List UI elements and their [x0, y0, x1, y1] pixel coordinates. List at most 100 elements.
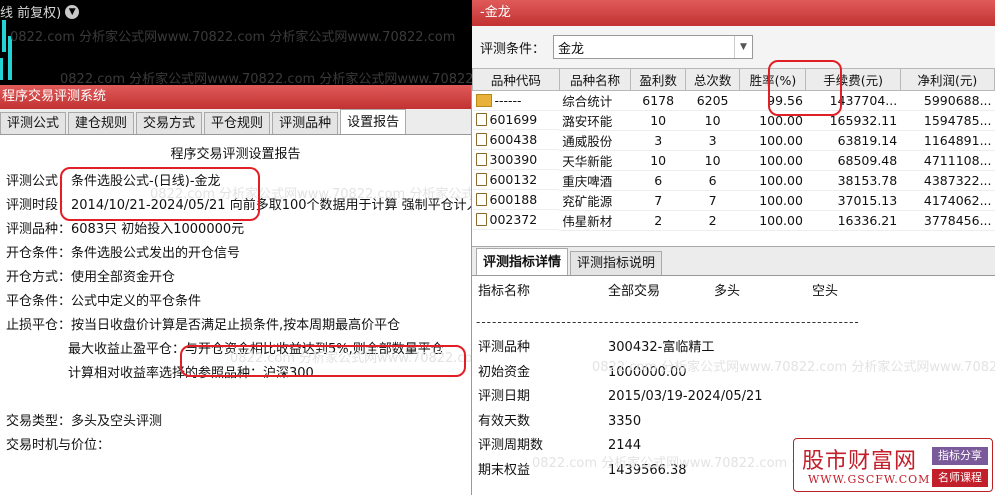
detail-key: 评测日期 — [478, 389, 531, 404]
report-line-value: 公式中定义的平仓条件 — [71, 294, 202, 309]
detail-tab-0[interactable]: 评测指标详情 — [476, 248, 569, 275]
cell-name: 天华新能 — [559, 150, 631, 171]
detail-value: 3350 — [608, 413, 642, 429]
condition-select[interactable]: 金龙 ▼ — [553, 35, 754, 59]
chevron-down-icon[interactable]: ▼ — [65, 4, 80, 19]
cell-profit: 4711108... — [900, 150, 995, 171]
highlight-circle-profit-target — [180, 345, 466, 377]
detail-col-short: 空头 — [812, 284, 839, 299]
report-line-key: 交易时机与价位： — [6, 438, 111, 453]
cell-code: 002372 — [472, 211, 560, 230]
detail-value: 1000000.00 — [608, 364, 687, 380]
report-line-key: 开仓条件： — [6, 246, 72, 261]
report-line-value: 按当日收盘价计算是否满足止损条件,按本周期最高价平仓 — [71, 318, 401, 333]
tab-4[interactable]: 评测品种 — [272, 112, 339, 134]
cell-profit: 1164891... — [900, 130, 995, 151]
cell-total: 10 — [685, 110, 740, 131]
condition-row: 评测条件： 金龙 ▼ — [472, 26, 995, 68]
table-row[interactable]: 300390 天华新能 10 10 100.00 68509.48 4711108... — [472, 150, 995, 171]
kline-chart-area[interactable]: 线 前复权) ▼ 0822.com 分析家公式网www.70822.com 分析… — [0, 0, 472, 85]
result-grid[interactable]: 品种代码 品种名称 盈利数 总次数 胜率(%) 手续费(元) 净利润(元) ------ 综合… — [472, 68, 995, 246]
tab-3[interactable]: 平仓规则 — [204, 112, 271, 134]
grid-col-header[interactable]: 盈利数 — [630, 68, 686, 91]
document-icon — [475, 113, 487, 127]
cell-code-text: 002372 — [489, 212, 538, 228]
grid-col-header[interactable]: 品种代码 — [472, 68, 560, 91]
window-title: 程序交易评测系统 — [0, 85, 471, 109]
cell-code: 600438 — [472, 131, 560, 150]
tab-2[interactable]: 交易方式 — [136, 112, 203, 134]
separator-line: ----------------------------------------… — [476, 315, 860, 329]
report-line-key: 评测品种： — [6, 222, 72, 237]
tab-1[interactable]: 建仓规则 — [68, 112, 135, 134]
cell-wins: 6178 — [630, 90, 686, 111]
report-line-key: 交易类型： — [6, 414, 72, 429]
report-line-key: 最大收益止盈平仓： — [68, 342, 186, 357]
grid-col-header[interactable]: 总次数 — [684, 68, 741, 91]
settings-report: 程序交易评测设置报告 评测公式：条件选股公式-(日线)-金龙 评测时段：2014/… — [0, 135, 471, 495]
cell-profit: 1594785... — [900, 110, 995, 131]
document-icon — [475, 173, 487, 187]
table-row[interactable]: ------ 综合统计 6178 6205 99.56 1437704... 5990688… — [472, 90, 995, 111]
cell-rate: 100.00 — [739, 170, 806, 191]
chart-title-text: 线 前复权) — [0, 6, 62, 21]
table-row[interactable]: 600438 通威股份 3 3 100.00 63819.14 1164891... — [472, 130, 995, 151]
tab-bar: 评测公式 建仓规则 交易方式 平仓规则 评测品种 设置报告 — [0, 109, 471, 135]
cell-rate: 100.00 — [739, 130, 806, 151]
report-line: 平仓条件：公式中定义的平仓条件 — [4, 290, 467, 314]
report-line-value: 多头及空头评测 — [71, 414, 163, 429]
cell-code: 600188 — [472, 191, 560, 210]
detail-key: 评测品种 — [478, 340, 531, 355]
detail-tab-1[interactable]: 评测指标说明 — [570, 251, 663, 275]
table-row[interactable]: 600188 兖矿能源 7 7 100.00 37015.13 4174062... — [472, 190, 995, 211]
cell-total: 6205 — [685, 90, 740, 111]
cell-wins: 6 — [630, 170, 686, 191]
cell-code-text: ------ — [494, 92, 522, 108]
chevron-down-icon[interactable]: ▼ — [734, 36, 752, 58]
table-row[interactable]: 600132 重庆啤酒 6 6 100.00 38153.78 4387322... — [472, 170, 995, 191]
candle-bar — [2, 20, 6, 52]
detail-key: 评测周期数 — [478, 438, 544, 453]
cell-wins: 7 — [630, 190, 686, 211]
cell-code: 600132 — [472, 171, 560, 190]
grid-col-header[interactable]: 净利润(元) — [899, 68, 995, 91]
report-line-key: 止损平仓： — [6, 318, 72, 333]
detail-col-all: 全部交易 — [608, 284, 661, 299]
detail-row: 初始资金 1000000.00 — [476, 361, 995, 386]
cell-fee: 38153.78 — [805, 170, 901, 191]
logo-main-text: 股市财富网 — [802, 449, 918, 474]
report-heading: 程序交易评测设置报告 — [170, 147, 301, 162]
report-line-value: 6083只 初始投入1000000元 — [71, 222, 245, 237]
report-line-value: 使用全部资金开仓 — [71, 270, 176, 285]
cell-profit: 3778456... — [900, 210, 995, 231]
document-icon — [475, 193, 487, 207]
highlight-circle-win-rate — [768, 60, 842, 116]
report-line: 止损平仓：按当日收盘价计算是否满足止损条件,按本周期最高价平仓 — [4, 314, 467, 338]
detail-tab-bar: 评测指标详情 评测指标说明 — [472, 246, 995, 276]
cell-rate: 100.00 — [739, 190, 806, 211]
detail-value: 2144 — [608, 438, 642, 453]
report-line: 评测品种：6083只 初始投入1000000元 — [4, 218, 467, 242]
report-line: 开仓条件：条件选股公式发出的开仓信号 — [4, 242, 467, 266]
tab-0[interactable]: 评测公式 — [0, 112, 67, 134]
grid-col-header[interactable]: 品种名称 — [558, 68, 632, 91]
cell-fee: 68509.48 — [805, 150, 901, 171]
table-row[interactable]: 002372 伟星新材 2 2 100.00 16336.21 3778456... — [472, 210, 995, 231]
detail-value: 2015/03/19-2024/05/21 — [608, 389, 763, 404]
tab-5[interactable]: 设置报告 — [340, 109, 407, 134]
cell-code: ------ — [472, 91, 560, 111]
cell-total: 10 — [685, 150, 740, 171]
window-title: -金龙 — [472, 0, 995, 26]
cell-total: 7 — [685, 190, 740, 211]
cell-profit: 4387322... — [900, 170, 995, 191]
logo-tag-courses: 名师课程 — [932, 469, 988, 487]
detail-header-row: 指标名称 全部交易 多头 空头 — [476, 280, 995, 304]
watermark: 0822.com 分析家公式网www.70822.com 分析家公式网www.7… — [10, 30, 456, 45]
cell-code: 300390 — [472, 151, 560, 170]
watermark: 0822.com 分析家公式网www.70822.com 分析家公式网www.7… — [60, 72, 472, 85]
candle-bar — [0, 58, 3, 80]
folder-icon — [475, 93, 492, 107]
cell-profit: 4174062... — [900, 190, 995, 211]
table-row[interactable]: 601699 潞安环能 10 10 100.00 165932.11 1594785... — [472, 110, 995, 131]
document-icon — [475, 213, 487, 227]
